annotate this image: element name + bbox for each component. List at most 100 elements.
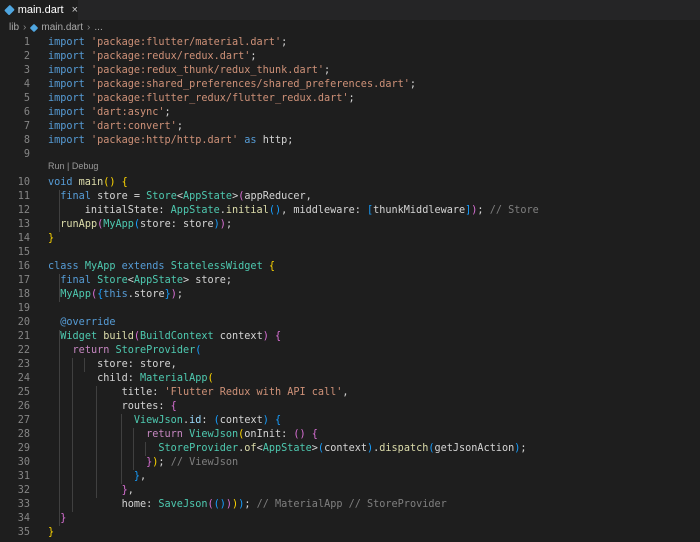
code-text: routes: {: [48, 400, 177, 414]
code-token: BuildContext: [140, 331, 220, 342]
line-number: 22: [17, 345, 30, 356]
code-line[interactable]: 5 import 'package:flutter_redux/flutter_r…: [0, 92, 700, 106]
code-token: class: [48, 261, 85, 272]
code-line[interactable]: 4 import 'package:shared_preferences/shar…: [0, 78, 700, 92]
line-number: 11: [17, 191, 30, 202]
run-codelens[interactable]: Run: [48, 161, 65, 171]
code-token: MaterialApp: [140, 373, 208, 384]
code-token: MyApp: [103, 219, 134, 230]
code-text: runApp(MyApp(store: store));: [48, 218, 232, 232]
code-line[interactable]: 23 store: store,: [0, 358, 700, 372]
code-line[interactable]: 14}: [0, 232, 700, 246]
line-number: 9: [23, 149, 30, 160]
code-line[interactable]: 11 final store = Store<AppState>(appRedu…: [0, 190, 700, 204]
code-line[interactable]: 26 routes: {: [0, 400, 700, 414]
code-text: import 'package:redux/redux.dart';: [48, 50, 257, 64]
code-line[interactable]: 3 import 'package:redux_thunk/redux_thunk…: [0, 64, 700, 78]
code-token: ;: [324, 65, 331, 76]
code-line[interactable]: 18 MyApp({this.store});: [0, 288, 700, 302]
code-line[interactable]: 28 return ViewJson(onInit: () {: [0, 428, 700, 442]
code-text: import 'package:shared_preferences/share…: [48, 78, 416, 92]
tab-bar: main.dart ×: [0, 0, 700, 20]
code-token: Store: [97, 275, 128, 286]
code-token: 'package:flutter_redux/flutter_redux.dar…: [90, 93, 349, 104]
code-text: title: 'Flutter Redux with API call',: [48, 386, 349, 400]
breadcrumb-symbols[interactable]: ...: [94, 22, 102, 33]
code-token: ;: [225, 219, 233, 230]
code-token: .store: [127, 289, 165, 300]
code-line[interactable]: 20 @override: [0, 316, 700, 330]
code-token: return: [72, 345, 116, 356]
line-number: 7: [23, 121, 30, 132]
code-line[interactable]: 32 },: [0, 484, 700, 498]
code-line[interactable]: 21 Widget build(BuildContext context) {: [0, 330, 700, 344]
code-token: MyApp: [60, 289, 91, 300]
close-icon[interactable]: ×: [72, 4, 78, 16]
code-token: {: [121, 177, 128, 188]
code-text: import 'package:http/http.dart' as http;: [48, 134, 293, 148]
breadcrumb-file[interactable]: main.dart: [41, 22, 83, 33]
code-line[interactable]: 9: [0, 148, 700, 162]
code-text: import 'dart:convert';: [48, 120, 183, 134]
code-line[interactable]: 27 ViewJson.id: (context) {: [0, 414, 700, 428]
code-line[interactable]: 34 }: [0, 512, 700, 526]
code-text: initialState: AppState.initial(), middle…: [48, 204, 539, 218]
code-line[interactable]: 19: [0, 302, 700, 316]
code-token: (): [293, 429, 306, 440]
code-line[interactable]: 12 initialState: AppState.initial(), mid…: [0, 204, 700, 218]
code-token: AppState: [262, 443, 312, 454]
dart-file-icon: [30, 23, 39, 32]
code-token: import: [48, 65, 91, 76]
code-line[interactable]: 31 },: [0, 470, 700, 484]
line-number: 12: [17, 205, 30, 216]
line-number: 17: [17, 275, 30, 286]
line-number: 3: [23, 65, 30, 76]
code-token: // Store: [489, 205, 539, 216]
tab-main-dart[interactable]: main.dart ×: [0, 0, 78, 20]
code-token: StatelessWidget: [170, 261, 269, 272]
code-token: getJsonAction: [434, 443, 515, 454]
code-line[interactable]: 2 import 'package:redux/redux.dart';: [0, 50, 700, 64]
code-text: return ViewJson(onInit: () {: [48, 428, 318, 442]
code-token: runApp: [60, 219, 98, 230]
code-token: dispatch: [379, 443, 429, 454]
code-editor[interactable]: Run | Debug 1 import 'package:flutter/mat…: [0, 35, 700, 542]
code-text: }: [48, 512, 66, 526]
code-text: }: [48, 526, 54, 540]
debug-codelens[interactable]: Debug: [72, 161, 99, 171]
line-number: 28: [17, 429, 30, 440]
code-line[interactable]: 13 runApp(MyApp(store: store));: [0, 218, 700, 232]
code-token: // ViewJson: [170, 457, 239, 468]
line-number: 18: [17, 289, 30, 300]
code-line[interactable]: 10 void main() {: [0, 176, 700, 190]
code-line[interactable]: 6 import 'dart:async';: [0, 106, 700, 120]
line-number: 27: [17, 415, 30, 426]
code-line[interactable]: 17 final Store<AppState> store;: [0, 274, 700, 288]
code-token: @override: [60, 317, 116, 328]
code-line[interactable]: 8 import 'package:http/http.dart' as http…: [0, 134, 700, 148]
code-line[interactable]: 16 class MyApp extends StatelessWidget {: [0, 260, 700, 274]
code-token: (): [103, 177, 116, 188]
code-token: as: [238, 135, 263, 146]
code-token: context: [219, 331, 263, 342]
code-line[interactable]: 33 home: SaveJson(()))); // MaterialApp …: [0, 498, 700, 512]
code-line[interactable]: 25 title: 'Flutter Redux with API call',: [0, 386, 700, 400]
code-line[interactable]: 1 import 'package:flutter/material.dart';: [0, 36, 700, 50]
code-token: {: [275, 415, 282, 426]
code-token: }: [48, 527, 55, 538]
code-line[interactable]: 22 return StoreProvider(: [0, 344, 700, 358]
code-token: ;: [158, 457, 171, 468]
code-line[interactable]: 30 }); // ViewJson: [0, 456, 700, 470]
code-line[interactable]: 15: [0, 246, 700, 260]
line-number: 10: [17, 177, 30, 188]
line-number: 33: [17, 499, 30, 510]
breadcrumb-folder[interactable]: lib: [9, 22, 19, 33]
code-line[interactable]: 7 import 'dart:convert';: [0, 120, 700, 134]
code-token: 'Flutter Redux with API call': [164, 387, 343, 398]
code-line[interactable]: 24 child: MaterialApp(: [0, 372, 700, 386]
code-line[interactable]: 35}: [0, 526, 700, 540]
code-line[interactable]: 29 StoreProvider.of<AppState>(context).d…: [0, 442, 700, 456]
code-token: ;: [250, 51, 257, 62]
